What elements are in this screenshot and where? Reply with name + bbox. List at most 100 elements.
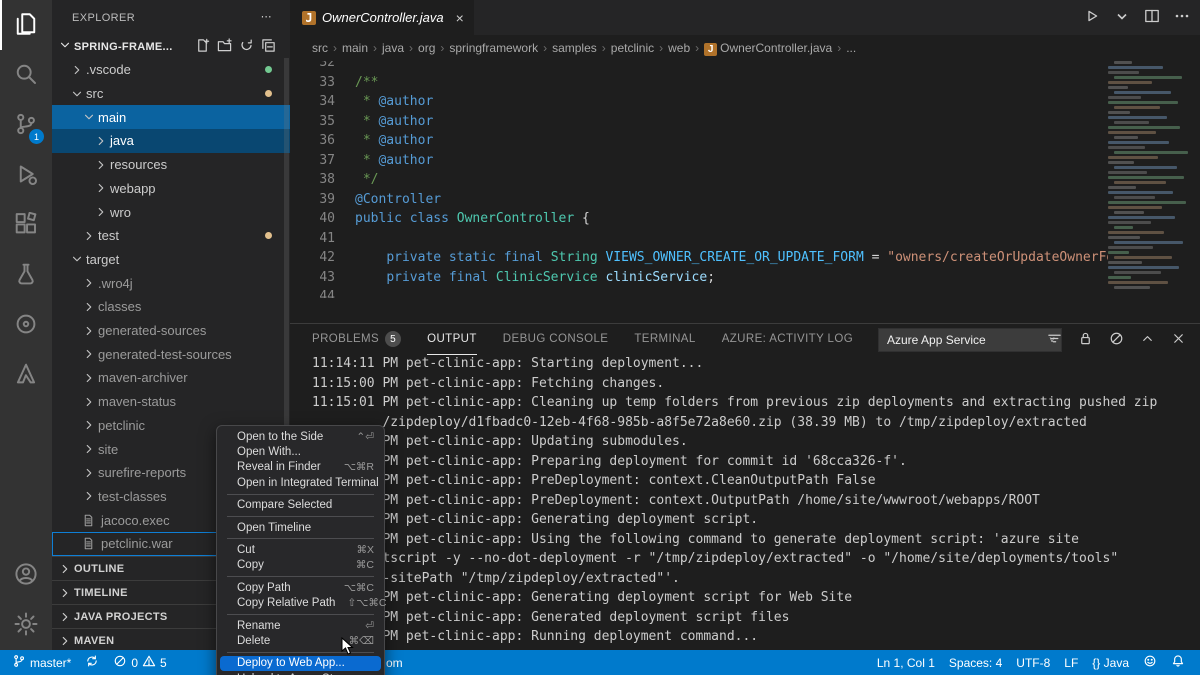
minimap[interactable] bbox=[1108, 61, 1192, 323]
breadcrumb-item-springframework[interactable]: springframework bbox=[449, 41, 538, 55]
lock-scroll-icon[interactable] bbox=[1078, 331, 1093, 349]
activity-item-search[interactable] bbox=[0, 50, 52, 100]
menu-item-open-to-the-side[interactable]: Open to the Side ⌃⏎ bbox=[217, 429, 384, 444]
tree-item-target[interactable]: target bbox=[52, 248, 290, 272]
breadcrumb-item-main[interactable]: main bbox=[342, 41, 368, 55]
breadcrumb-item-web[interactable]: web bbox=[668, 41, 690, 55]
tree-item-wro4j[interactable]: .wro4j bbox=[52, 271, 290, 295]
status-java[interactable]: {} Java bbox=[1085, 656, 1136, 670]
panel-tab-debug-console[interactable]: DEBUG CONSOLE bbox=[503, 324, 609, 354]
tree-item-resources[interactable]: resources bbox=[52, 153, 290, 177]
tree-item-main[interactable]: main bbox=[52, 105, 290, 130]
code-line[interactable]: 36 * @author bbox=[290, 131, 1108, 151]
code-line[interactable]: 38 */ bbox=[290, 170, 1108, 190]
status-ln-1-col-1[interactable]: Ln 1, Col 1 bbox=[870, 656, 942, 670]
breadcrumb-item-[interactable]: ... bbox=[846, 41, 856, 55]
panel-tab-terminal[interactable]: TERMINAL bbox=[634, 324, 695, 354]
menu-item-copy-relative-path[interactable]: Copy Relative Path ⇧⌥⌘C bbox=[217, 596, 386, 611]
activity-item-explorer[interactable] bbox=[0, 0, 52, 50]
workspace-section-header[interactable]: SPRING-FRAME... bbox=[52, 35, 290, 58]
menu-item-deploy-to-web-app[interactable]: Deploy to Web App... bbox=[220, 655, 381, 672]
tree-item-classes[interactable]: classes bbox=[52, 295, 290, 319]
tree-item-java[interactable]: java bbox=[52, 129, 290, 153]
more-actions-icon[interactable] bbox=[1174, 8, 1190, 27]
activity-item-extensions[interactable] bbox=[0, 200, 52, 250]
status-spaces-4[interactable]: Spaces: 4 bbox=[942, 656, 1009, 670]
tree-item-generated-sources[interactable]: generated-sources bbox=[52, 319, 290, 343]
code-line[interactable]: 41 bbox=[290, 229, 1108, 249]
run-button[interactable] bbox=[1084, 8, 1100, 27]
panel-tab-azure-activity-log[interactable]: AZURE: ACTIVITY LOG bbox=[722, 324, 853, 354]
new-file-icon[interactable] bbox=[195, 38, 210, 56]
activity-item-settings[interactable] bbox=[0, 600, 52, 650]
menu-item-upload-to-azure-storage[interactable]: Upload to Azure Storage... bbox=[217, 671, 384, 675]
activity-item-run-debug[interactable] bbox=[0, 150, 52, 200]
menu-item-reveal-in-finder[interactable]: Reveal in Finder ⌥⌘R bbox=[217, 460, 384, 475]
tree-item-maven-archiver[interactable]: maven-archiver bbox=[52, 366, 290, 390]
panel-tab-problems[interactable]: PROBLEMS 5 bbox=[312, 324, 402, 354]
filter-icon[interactable] bbox=[1047, 331, 1062, 349]
tree-item-vscode[interactable]: .vscode bbox=[52, 58, 290, 82]
code-line[interactable]: 32 bbox=[290, 61, 1108, 73]
tree-item-generated-test-sources[interactable]: generated-test-sources bbox=[52, 342, 290, 366]
tree-item-wro[interactable]: wro bbox=[52, 200, 290, 224]
code-line[interactable]: 40 public class OwnerController { bbox=[290, 209, 1108, 229]
menu-item-compare-selected[interactable]: Compare Selected bbox=[217, 498, 384, 513]
menu-item-copy-path[interactable]: Copy Path ⌥⌘C bbox=[217, 580, 384, 595]
code-editor[interactable]: 32 33/** 34 * @author 35 * @author 36 * @aut… bbox=[290, 61, 1108, 298]
tree-item-src[interactable]: src bbox=[52, 82, 290, 106]
status-lf[interactable]: LF bbox=[1057, 656, 1085, 670]
close-tab-icon[interactable]: × bbox=[456, 10, 464, 26]
run-dropdown-icon[interactable] bbox=[1114, 8, 1130, 27]
tree-item-webapp[interactable]: webapp bbox=[52, 177, 290, 201]
menu-item-open-in-integrated-terminal[interactable]: Open in Integrated Terminal bbox=[217, 475, 384, 490]
code-line[interactable]: 43 private final ClinicService clinicSer… bbox=[290, 268, 1108, 288]
activity-item-source-control[interactable]: 1 bbox=[0, 100, 52, 150]
code-line[interactable]: 37 * @author bbox=[290, 151, 1108, 171]
activity-item-test-beaker[interactable] bbox=[0, 250, 52, 300]
activity-item-account[interactable] bbox=[0, 550, 52, 600]
status-notifications-icon[interactable] bbox=[1164, 654, 1192, 671]
breadcrumb-item-java[interactable]: java bbox=[382, 41, 404, 55]
refresh-icon[interactable] bbox=[239, 38, 254, 56]
menu-item-open-with[interactable]: Open With... bbox=[217, 444, 384, 459]
status-problems[interactable]: 05 bbox=[106, 654, 173, 671]
tree-item-test[interactable]: test bbox=[52, 224, 290, 248]
breadcrumb-item-ownercontroller-java[interactable]: J OwnerController.java bbox=[704, 41, 832, 56]
code-line[interactable]: 35 * @author bbox=[290, 112, 1108, 132]
panel-tab-output[interactable]: OUTPUT bbox=[427, 324, 477, 355]
status-feedback-icon[interactable] bbox=[1136, 654, 1164, 671]
more-actions-icon[interactable]: ⋯ bbox=[261, 10, 272, 23]
code-line[interactable]: 42 private static final String VIEWS_OWN… bbox=[290, 248, 1108, 268]
breadcrumb-item-samples[interactable]: samples bbox=[552, 41, 597, 55]
menu-item-delete[interactable]: Delete ⌘⌫ bbox=[217, 633, 384, 648]
minimap-line bbox=[1108, 66, 1163, 69]
code-line[interactable]: 33 /** bbox=[290, 73, 1108, 93]
clear-output-icon[interactable] bbox=[1109, 331, 1124, 349]
close-panel-icon[interactable] bbox=[1171, 331, 1186, 349]
output-log[interactable]: 11:14:11 PM pet-clinic-app: Starting dep… bbox=[312, 356, 1190, 648]
status-utf-8[interactable]: UTF-8 bbox=[1009, 656, 1057, 670]
code-line[interactable]: 39 @Controller bbox=[290, 190, 1108, 210]
menu-item-label: Open With... bbox=[237, 446, 301, 459]
output-channel-select[interactable]: Azure App Service ˅ bbox=[878, 328, 1062, 352]
tree-item-maven-status[interactable]: maven-status bbox=[52, 390, 290, 414]
menu-item-rename[interactable]: Rename ⏎ bbox=[217, 618, 384, 633]
activity-item-circle-extension[interactable] bbox=[0, 300, 52, 350]
maximize-panel-icon[interactable] bbox=[1140, 331, 1155, 349]
breadcrumb-item-petclinic[interactable]: petclinic bbox=[611, 41, 654, 55]
code-line[interactable]: 44 bbox=[290, 287, 1108, 298]
activity-item-azure[interactable] bbox=[0, 350, 52, 400]
breadcrumb-item-org[interactable]: org bbox=[418, 41, 435, 55]
status-sync[interactable] bbox=[78, 654, 106, 671]
menu-item-open-timeline[interactable]: Open Timeline bbox=[217, 520, 384, 535]
menu-item-cut[interactable]: Cut ⌘X bbox=[217, 542, 384, 557]
code-line[interactable]: 34 * @author bbox=[290, 92, 1108, 112]
collapse-all-icon[interactable] bbox=[261, 38, 276, 56]
new-folder-icon[interactable] bbox=[217, 37, 232, 56]
breadcrumb-item-src[interactable]: src bbox=[312, 41, 328, 55]
split-editor-icon[interactable] bbox=[1144, 8, 1160, 27]
menu-item-copy[interactable]: Copy ⌘C bbox=[217, 558, 384, 573]
tab-ownercontroller[interactable]: J OwnerController.java × bbox=[290, 0, 474, 35]
status-branch[interactable]: master* bbox=[5, 654, 78, 671]
